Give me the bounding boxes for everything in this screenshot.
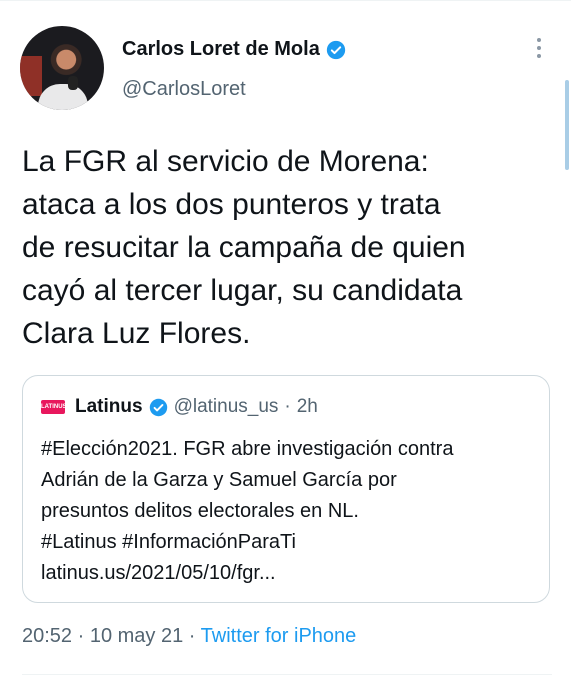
tweet-time[interactable]: 20:52 [22,625,72,647]
author-name-text[interactable]: Carlos Loret de Mola [122,38,320,61]
tweet-meta: 20:52 · 10 may 21 · Twitter for iPhone [22,625,356,648]
verified-badge-icon [326,40,345,59]
tweet-date[interactable]: 10 may 21 [90,625,183,647]
quoted-timestamp[interactable]: 2h [297,396,318,418]
meta-separator: · [72,625,90,647]
author-username[interactable]: @CarlosLoret [122,78,246,101]
avatar-shirt [38,84,88,110]
quoted-tweet-text: #Elección2021. FGR abre investigación co… [41,438,454,584]
scrollbar[interactable] [565,80,569,170]
quoted-author-username[interactable]: @latinus_us [174,396,279,418]
avatar-microphone [68,76,78,90]
top-divider [0,0,571,1]
tweet-source-link[interactable]: Twitter for iPhone [201,625,357,647]
quoted-author-name[interactable]: Latinus [75,396,143,418]
quoted-separator: · [284,396,291,417]
author-display-name[interactable]: Carlos Loret de Mola [122,38,346,61]
verified-badge-icon [149,398,167,416]
tweet-text: La FGR al servicio de Morena: ataca a lo… [22,145,466,350]
quoted-tweet-header: LATINUS Latinus @latinus_us · 2h [41,396,318,418]
meta-separator: · [183,625,201,647]
quoted-tweet-card[interactable]: LATINUS Latinus @latinus_us · 2h #Elecci… [22,375,550,603]
avatar[interactable] [20,26,104,110]
more-options-icon[interactable] [532,38,546,66]
latinus-logo: LATINUS [41,400,67,414]
bottom-divider [22,674,552,675]
avatar-background-light [20,56,42,96]
